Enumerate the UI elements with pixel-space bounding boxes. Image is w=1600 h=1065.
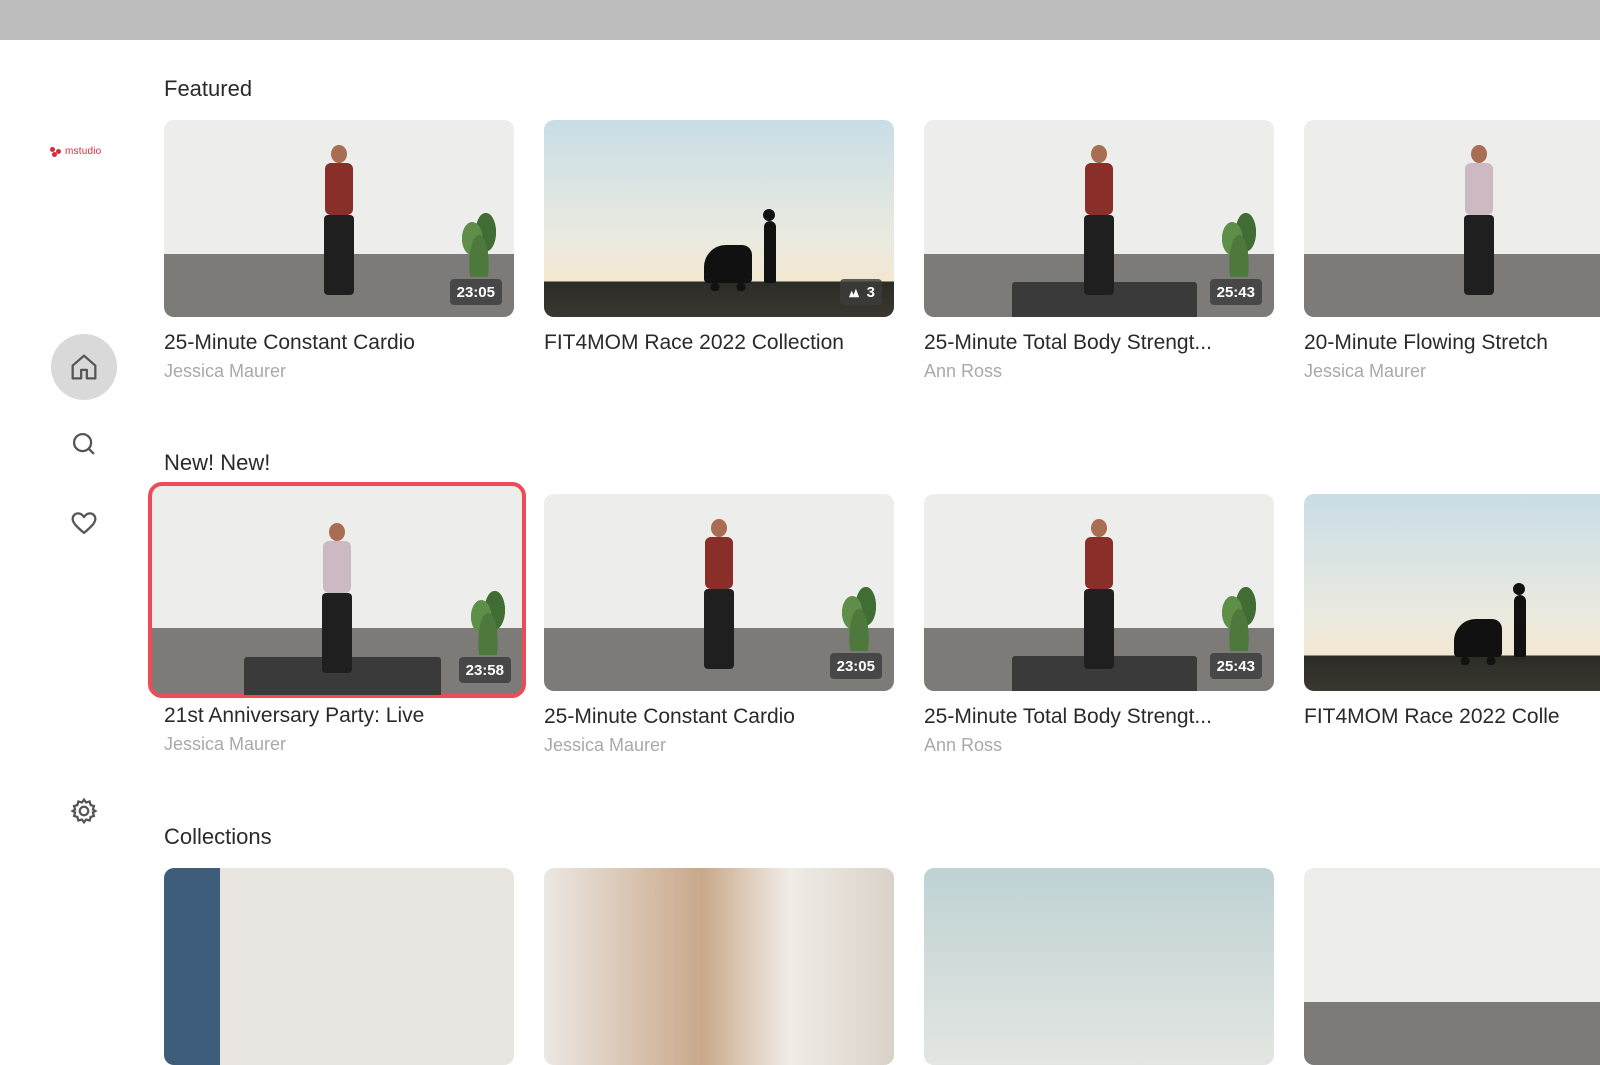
video-card-focused[interactable]: 23:58 21st Anniversary Party: Live Jessi… [148, 482, 526, 755]
card-title: FIT4MOM Race 2022 Collection [544, 331, 844, 354]
collection-thumbnail [924, 868, 1274, 1065]
nav-favorites-button[interactable] [51, 490, 117, 556]
nav-settings-button[interactable] [51, 778, 117, 844]
collection-card[interactable]: 3 FIT4MOM Race 2022 Collection [544, 120, 894, 355]
duration-badge: 23:05 [449, 279, 502, 305]
system-status-bar [0, 0, 1600, 40]
card-title: FIT4MOM Race 2022 Colle [1304, 705, 1560, 728]
collection-card[interactable]: FIT4MOM Race 2022 Colle [1304, 494, 1600, 729]
collection-thumbnail [1304, 868, 1600, 1065]
collection-card[interactable] [164, 868, 514, 1065]
card-instructor: Jessica Maurer [544, 735, 667, 755]
row-title-new: New! New! [164, 450, 271, 475]
card-title: 25-Minute Total Body Strengt... [924, 705, 1212, 728]
video-thumbnail: 25:43 [924, 120, 1274, 317]
collection-card[interactable] [1304, 868, 1600, 1065]
card-title: 25-Minute Total Body Strengt... [924, 331, 1212, 354]
video-thumbnail: 23:58 [148, 482, 526, 698]
card-instructor: Jessica Maurer [164, 361, 287, 381]
gear-icon [70, 797, 98, 825]
duration-badge: 25:43 [1209, 279, 1262, 305]
card-title: 25-Minute Constant Cardio [164, 331, 415, 354]
instructor-figure [1076, 519, 1122, 669]
video-card[interactable]: 20-Minute Flowing Stretch Jessica Maurer [1304, 120, 1600, 382]
duration-badge: 23:05 [829, 653, 882, 679]
card-instructor: Ann Ross [924, 361, 1003, 381]
collection-card[interactable] [544, 868, 894, 1065]
collection-thumbnail: 3 [544, 120, 894, 317]
nav-search-button[interactable] [51, 411, 117, 477]
instructor-figure [316, 145, 362, 295]
collection-thumbnail [1304, 494, 1600, 691]
collection-thumbnail [544, 868, 894, 1065]
collection-icon [848, 288, 859, 297]
app-logo: mstudio [50, 146, 101, 157]
collection-thumbnail [164, 868, 514, 1065]
plant-decoration [462, 213, 496, 277]
row-title-collections: Collections [164, 824, 272, 849]
plant-decoration [1222, 213, 1256, 277]
runner-silhouette [1454, 577, 1544, 665]
plant-decoration [842, 587, 876, 651]
logo-text: mstudio [65, 146, 102, 157]
search-icon [72, 432, 95, 455]
video-thumbnail [1304, 120, 1600, 317]
home-icon [71, 354, 97, 380]
instructor-figure [696, 519, 742, 669]
duration-badge: 23:58 [458, 657, 511, 683]
logo-mark-icon [50, 146, 62, 157]
video-thumbnail: 23:05 [544, 494, 894, 691]
video-thumbnail: 25:43 [924, 494, 1274, 691]
card-title: 21st Anniversary Party: Live [164, 704, 425, 727]
instructor-figure [314, 523, 360, 673]
plant-decoration [1222, 587, 1256, 651]
card-instructor: Ann Ross [924, 735, 1003, 755]
video-card[interactable]: 23:05 25-Minute Constant Cardio Jessica … [164, 120, 514, 382]
card-title: 20-Minute Flowing Stretch [1304, 331, 1548, 354]
instructor-figure [1076, 145, 1122, 295]
plant-decoration [471, 591, 505, 655]
runner-silhouette [704, 203, 794, 291]
video-thumbnail: 23:05 [164, 120, 514, 317]
video-card[interactable]: 23:05 25-Minute Constant Cardio Jessica … [544, 494, 894, 756]
row-title-featured: Featured [164, 76, 253, 101]
card-instructor: Jessica Maurer [1304, 361, 1427, 381]
collection-count-badge: 3 [839, 279, 882, 305]
card-title: 25-Minute Constant Cardio [544, 705, 795, 728]
card-instructor: Jessica Maurer [164, 734, 287, 754]
video-card[interactable]: 25:43 25-Minute Total Body Strengt... An… [924, 120, 1274, 382]
instructor-figure [1456, 145, 1502, 295]
video-card[interactable]: 25:43 25-Minute Total Body Strengt... An… [924, 494, 1274, 756]
heart-icon [71, 512, 97, 535]
collection-card[interactable] [924, 868, 1274, 1065]
nav-home-button[interactable] [51, 334, 117, 400]
duration-badge: 25:43 [1209, 653, 1262, 679]
